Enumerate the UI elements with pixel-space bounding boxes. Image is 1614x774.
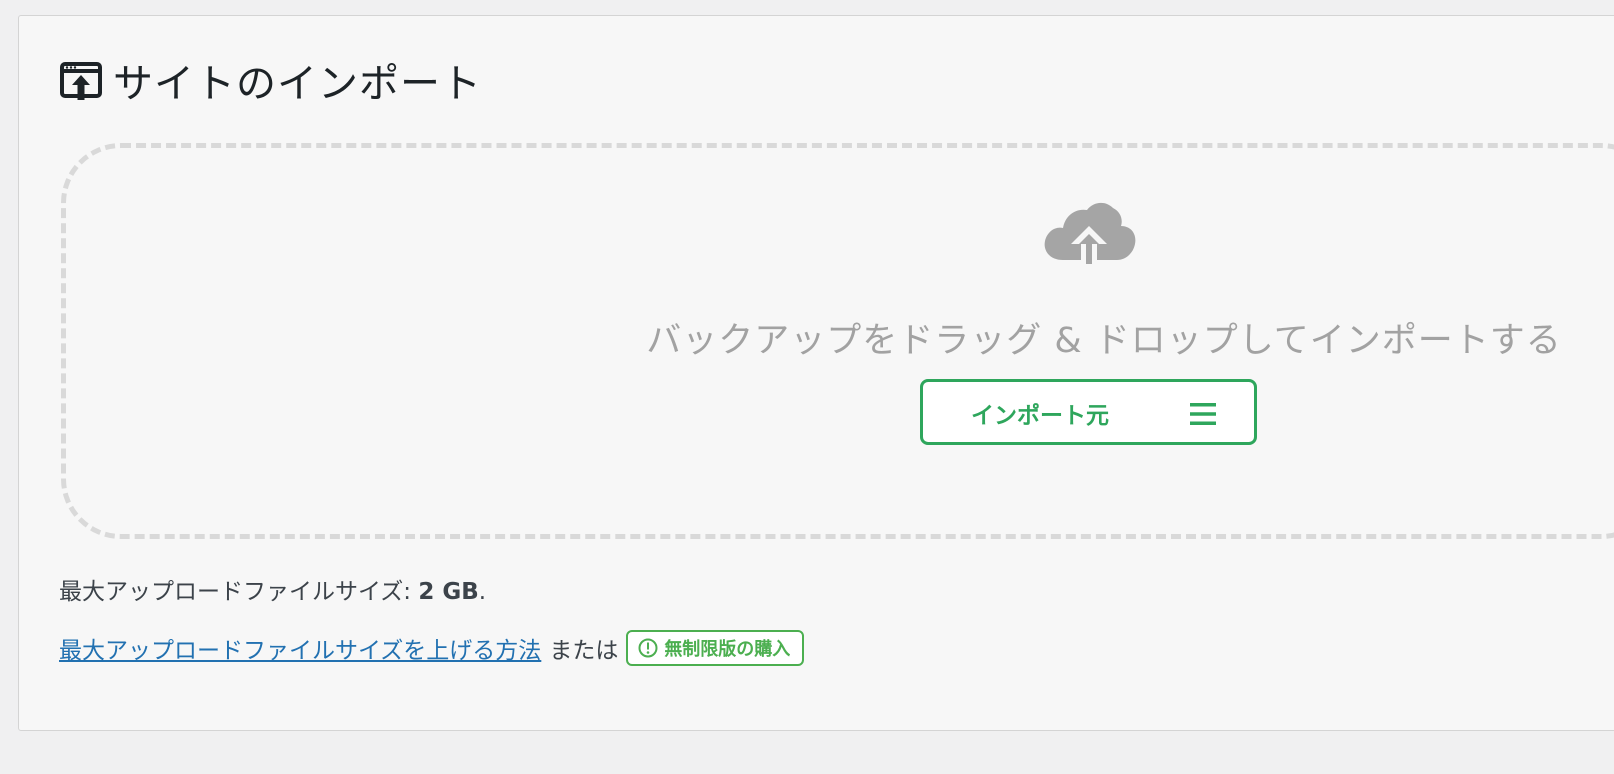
cloud-upload-icon — [1044, 202, 1136, 268]
import-site-icon — [59, 58, 103, 102]
import-panel: サイトのインポート バックアップをドラッグ & ドロップしてインポートする イン… — [18, 15, 1614, 731]
increase-upload-size-link[interactable]: 最大アップロードファイルサイズを上げる方法 — [59, 631, 541, 665]
max-size-value: 2 GB — [418, 579, 479, 605]
help-row: 最大アップロードファイルサイズを上げる方法 または 無制限版の購入 — [59, 630, 805, 666]
hamburger-menu-icon — [1190, 403, 1216, 425]
max-size-suffix: . — [478, 579, 487, 605]
title-row: サイトのインポート — [59, 56, 482, 107]
max-size-label: 最大アップロードファイルサイズ: — [59, 579, 419, 605]
drop-instruction-text: バックアップをドラッグ & ドロップしてインポートする — [646, 321, 1562, 361]
import-from-button[interactable]: インポート元 — [920, 379, 1257, 445]
max-upload-size-text: 最大アップロードファイルサイズ: 2 GB. — [59, 572, 486, 606]
or-text: または — [549, 638, 619, 664]
page-title: サイトのインポート — [113, 61, 482, 107]
import-from-label: インポート元 — [971, 403, 1109, 429]
buy-unlimited-label: 無制限版の購入 — [664, 639, 791, 660]
info-icon — [638, 638, 658, 658]
buy-unlimited-button[interactable]: 無制限版の購入 — [626, 630, 805, 666]
